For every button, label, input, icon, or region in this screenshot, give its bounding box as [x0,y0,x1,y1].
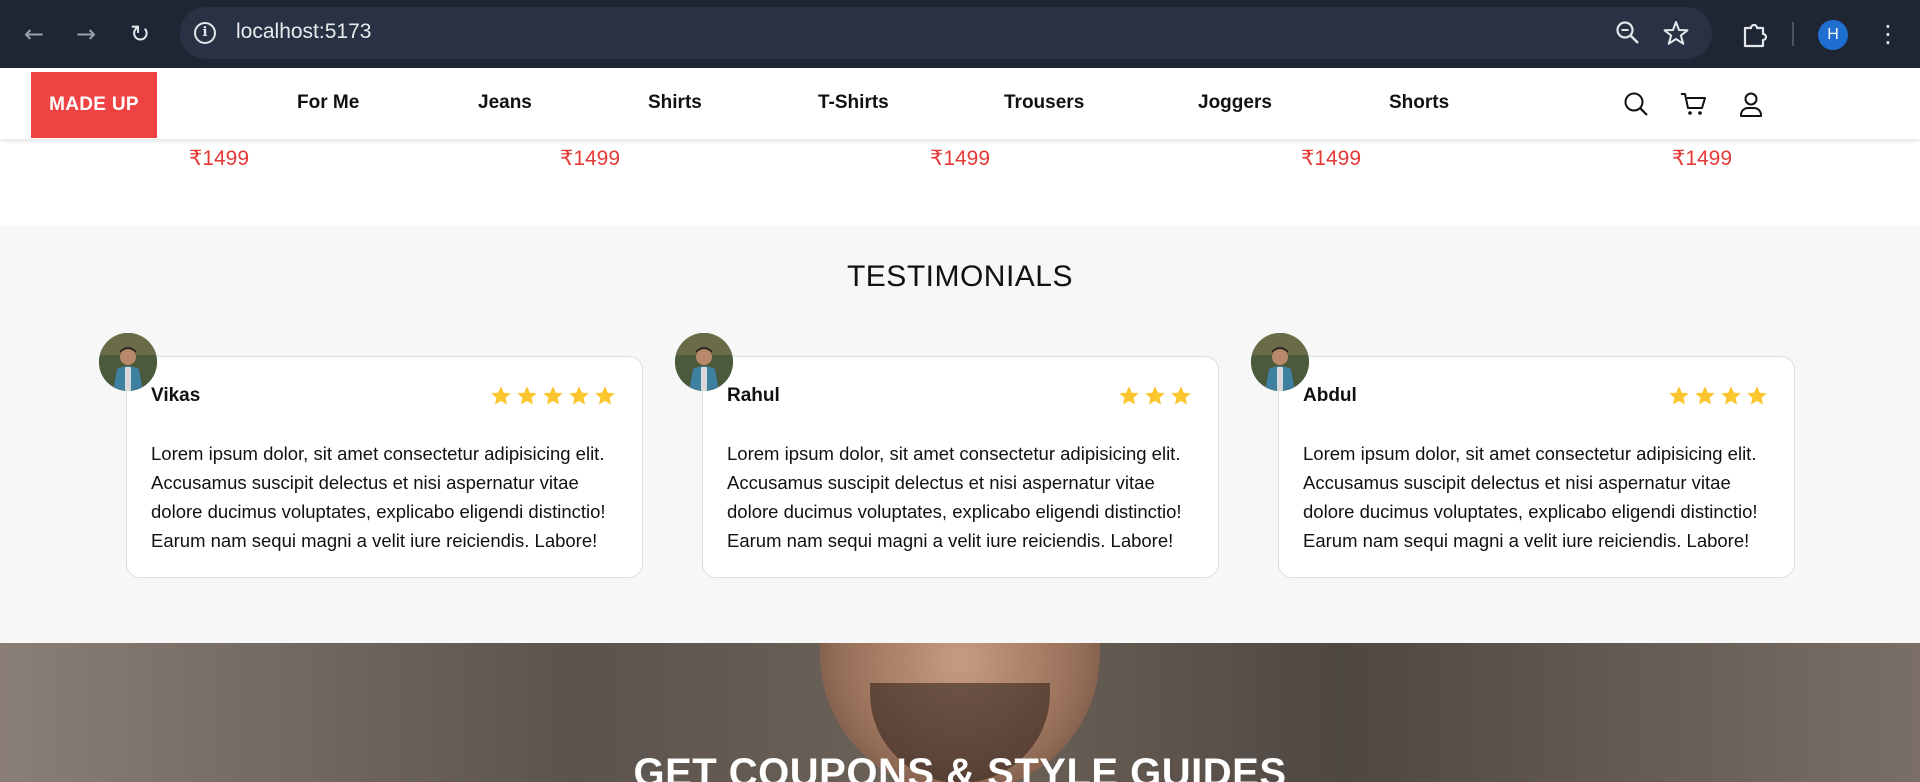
star-rating [1668,385,1768,407]
address-bar[interactable]: i localhost:5173 [180,7,1712,59]
nav-link-shirts[interactable]: Shirts [648,92,702,114]
browser-toolbar: ← → ↻ i localhost:5173 H ⋮ [0,0,1920,68]
testimonial-card: Vikas Lorem ipsum dolor, sit amet consec… [99,333,643,578]
zoom-icon[interactable] [1614,19,1642,47]
url-text[interactable]: localhost:5173 [236,20,371,44]
product-price: ₹1499 [188,147,250,170]
product-price: ₹1499 [1300,147,1362,170]
extensions-icon[interactable] [1738,18,1770,50]
nav-link-shorts[interactable]: Shorts [1389,92,1449,114]
star-icon [543,386,563,405]
review-text: Lorem ipsum dolor, sit amet consectetur … [727,443,1182,551]
star-rating [490,385,616,407]
product-price: ₹1499 [559,147,621,170]
cart-icon[interactable] [1679,90,1707,118]
site-logo[interactable]: MADE UP [31,72,157,138]
nav-link-t-shirts[interactable]: T-Shirts [818,92,889,114]
star-icon [491,386,511,405]
reviewer-name: Vikas [151,385,201,406]
coupons-banner: GET COUPONS & STYLE GUIDES [0,643,1920,782]
avatar [99,333,157,391]
page-viewport: ₹1499 ₹1499 ₹1499 ₹1499 ₹1499 MADE UP Fo… [0,68,1920,782]
section-title: TESTIMONIALS [846,260,1074,293]
site-header: MADE UP For Me Jeans Shirts T-Shirts Tro… [0,68,1920,139]
review-text: Lorem ipsum dolor, sit amet consectetur … [151,443,606,551]
reviewer-name: Abdul [1303,385,1357,406]
star-icon [1747,386,1767,405]
forward-arrow-icon[interactable]: → [70,18,102,50]
product-price: ₹1499 [1671,147,1733,170]
reviewer-name: Rahul [727,385,780,406]
browser-menu-icon[interactable]: ⋮ [1876,18,1900,50]
star-icon [1171,386,1191,405]
bookmark-star-icon[interactable] [1662,19,1690,47]
toolbar-divider [1792,22,1794,46]
back-arrow-icon[interactable]: ← [18,18,50,50]
avatar [675,333,733,391]
product-price: ₹1499 [929,147,991,170]
avatar [1251,333,1309,391]
star-icon [595,386,615,405]
star-rating [1118,385,1192,407]
testimonials-section: TESTIMONIALS Vikas Lorem ipsum dolor, si… [0,226,1920,643]
site-info-icon[interactable]: i [194,22,216,44]
nav-link-joggers[interactable]: Joggers [1198,92,1272,114]
user-icon[interactable] [1737,90,1765,118]
star-icon [1145,386,1165,405]
nav-link-jeans[interactable]: Jeans [478,92,532,114]
banner-title: GET COUPONS & STYLE GUIDES [633,751,1287,782]
nav-link-trousers[interactable]: Trousers [1004,92,1084,114]
search-icon[interactable] [1622,90,1650,118]
review-text: Lorem ipsum dolor, sit amet consectetur … [1303,443,1758,551]
testimonial-card: Abdul Lorem ipsum dolor, sit amet consec… [1251,333,1795,578]
star-icon [569,386,589,405]
star-icon [1119,386,1139,405]
star-icon [517,386,537,405]
profile-avatar[interactable]: H [1818,20,1848,50]
star-icon [1721,386,1741,405]
star-icon [1695,386,1715,405]
testimonial-card: Rahul Lorem ipsum dolor, sit amet consec… [675,333,1219,578]
star-icon [1669,386,1689,405]
nav-link-for-me[interactable]: For Me [297,92,359,114]
reload-icon[interactable]: ↻ [124,18,156,50]
